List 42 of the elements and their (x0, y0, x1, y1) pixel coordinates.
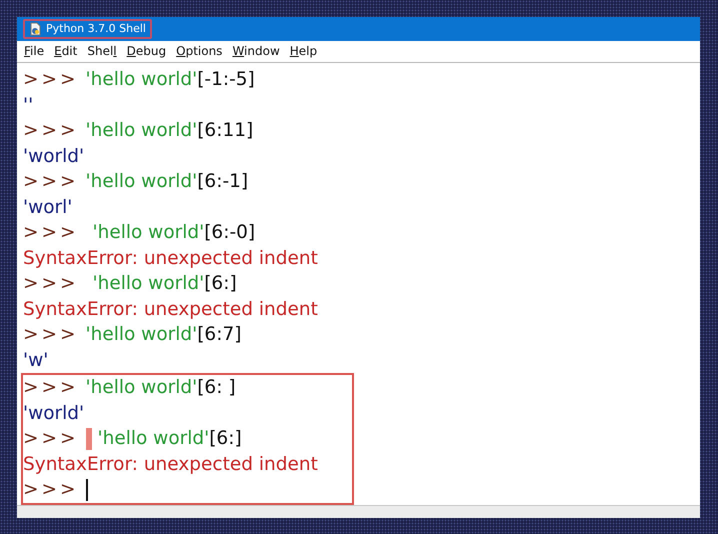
string-literal: 'hello world' (92, 221, 204, 246)
string-literal: 'hello world' (86, 323, 198, 348)
menu-item[interactable]: Window (232, 44, 280, 58)
prompt: >>> (23, 376, 79, 400)
menu-item[interactable]: Options (176, 44, 222, 58)
slice-expression: [6:11] (197, 119, 254, 144)
string-literal: 'hello world' (86, 119, 198, 144)
string-literal: 'hello world' (86, 170, 198, 194)
slice-expression: [6:-1] (197, 170, 248, 194)
string-literal: 'hello world' (92, 272, 204, 296)
prompt: >>> (23, 427, 79, 452)
menu-item[interactable]: Debug (126, 44, 166, 58)
prompt: >>> (23, 170, 79, 194)
string-literal: 'hello world' (86, 376, 198, 400)
string-literal: 'hello world' (86, 68, 198, 92)
slice-expression: [6:] (209, 427, 242, 452)
error-message: SyntaxError: unexpected indent (23, 298, 318, 322)
slice-expression: [6:] (204, 272, 237, 296)
output-text: 'world' (23, 144, 84, 169)
slice-expression: [6:-0] (204, 221, 256, 246)
slice-expression: [6:7] (197, 323, 242, 348)
menu-item[interactable]: Edit (54, 44, 78, 58)
prompt: >>> (23, 68, 79, 92)
output-text: 'worl' (23, 196, 72, 220)
prompt: >>> (23, 323, 79, 348)
prompt: >>> (23, 119, 79, 144)
error-message: SyntaxError: unexpected indent (23, 452, 318, 477)
slice-expression: [-1:-5] (197, 68, 255, 92)
prompt: >>> (23, 272, 79, 296)
prompt: >>> (23, 221, 79, 246)
menu-item[interactable]: Shell (87, 44, 117, 58)
menu-item[interactable]: File (24, 44, 44, 58)
error-message: SyntaxError: unexpected indent (23, 246, 318, 271)
prompt: >>> (23, 478, 79, 502)
output-text: '' (23, 94, 34, 118)
slice-expression: [6: ] (197, 376, 236, 400)
menu-item[interactable]: Help (290, 44, 318, 58)
output-text: 'world' (23, 402, 84, 426)
python-file-icon (29, 22, 42, 36)
window-title: Python 3.7.0 Shell (46, 22, 146, 36)
string-literal: 'hello world' (96, 427, 210, 452)
output-text: 'w' (23, 348, 48, 373)
